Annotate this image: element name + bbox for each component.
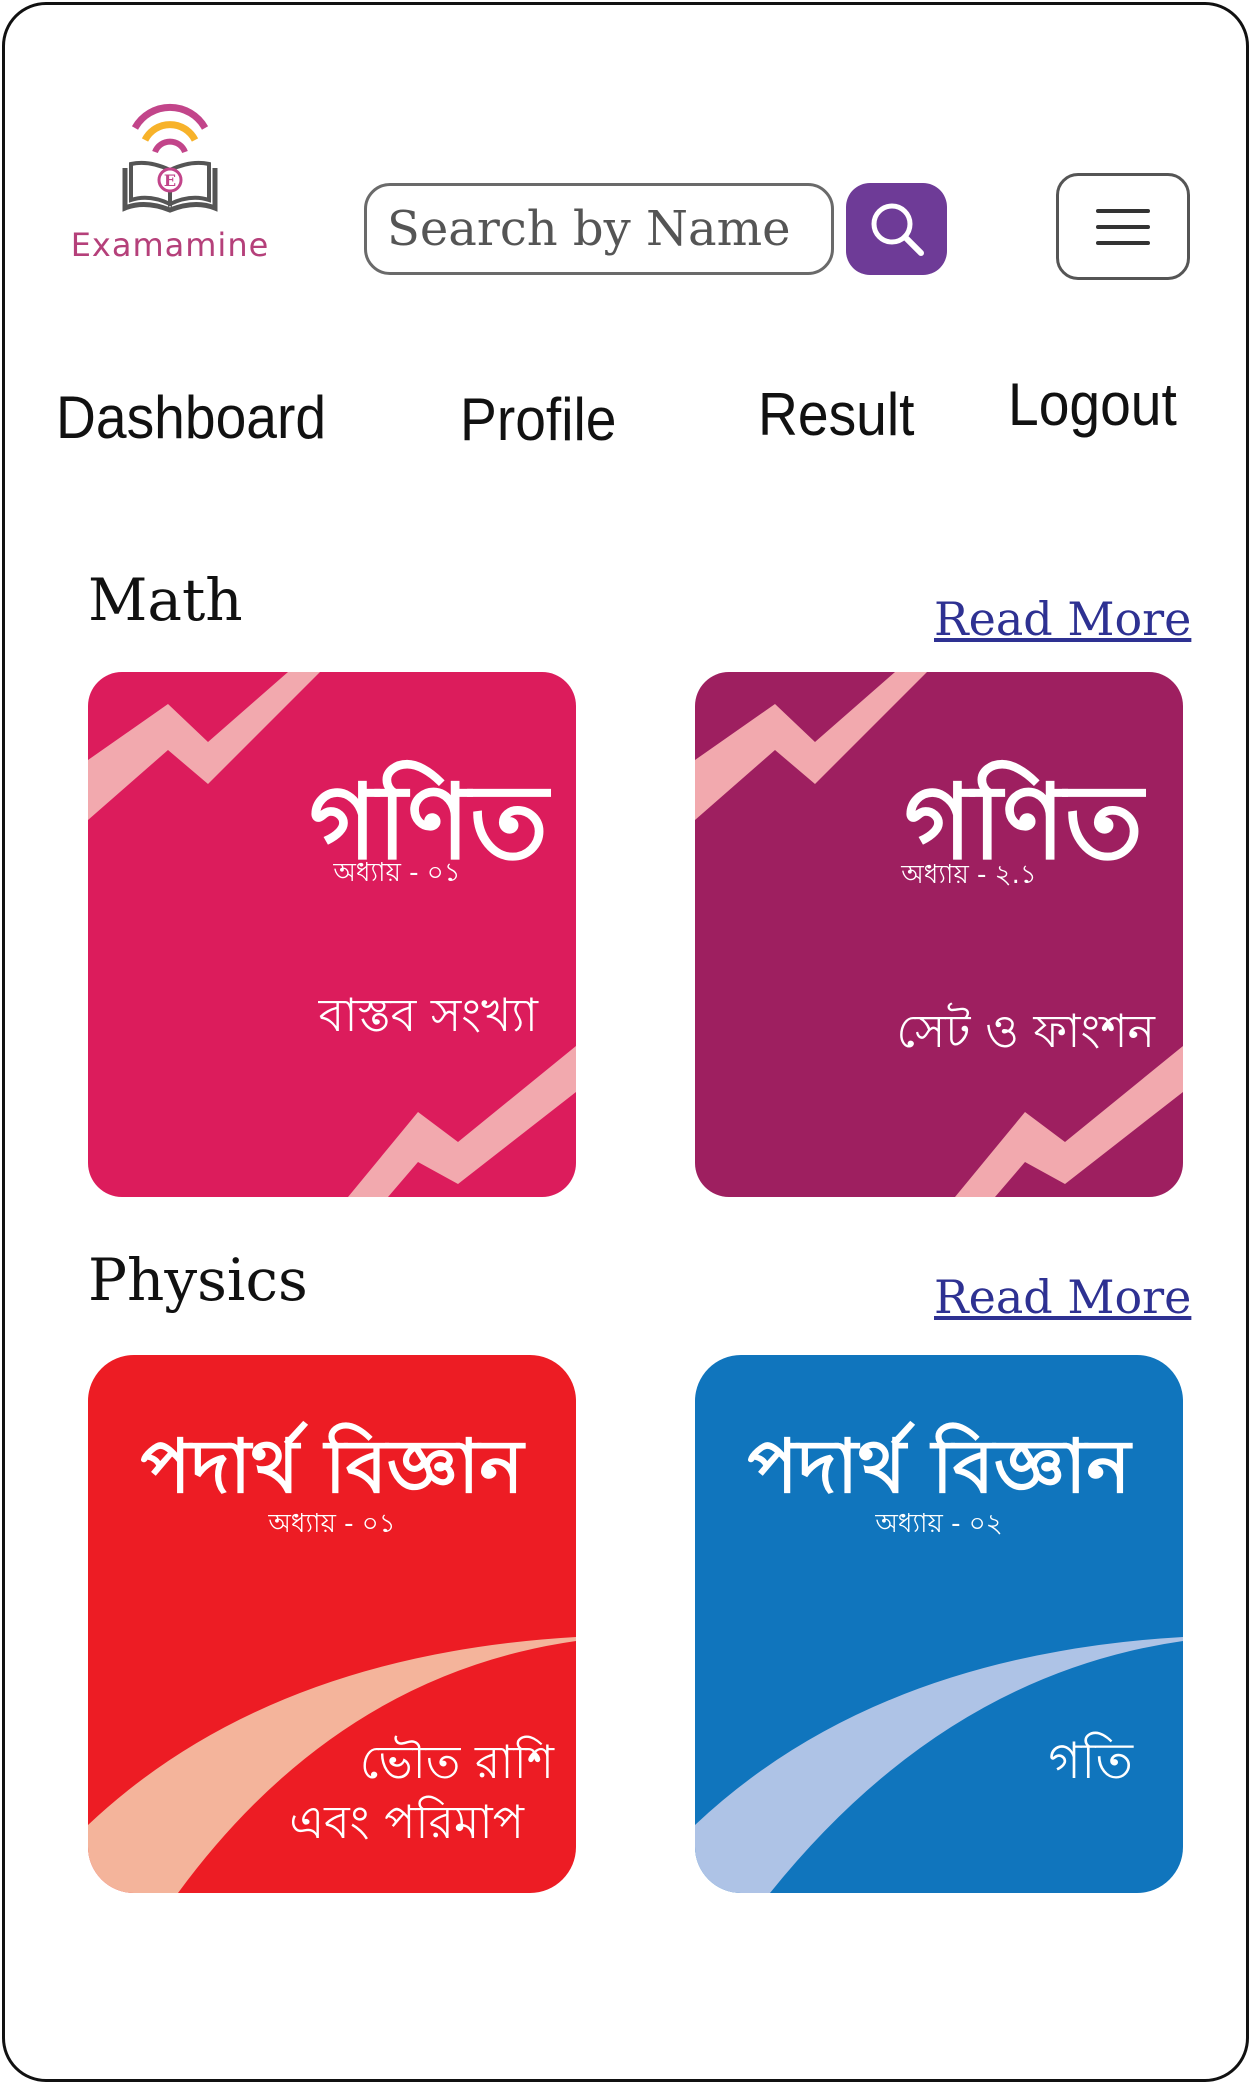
section-title-physics: Physics [88,1246,308,1314]
card-topic: সেট ও ফাংশন [896,1004,1155,1058]
hamburger-menu-button[interactable] [1056,173,1190,280]
card-chapter: অধ্যায় - ০১ [268,1509,396,1539]
math-card-chapter-1[interactable]: গণিত অধ্যায় - ০১ বাস্তব সংখ্যা [88,672,576,1197]
card-topic: গতি [1048,1732,1133,1790]
card-chapter: অধ্যায় - ০১ [333,858,461,888]
search-icon [871,203,924,256]
menu-icon-line [1096,224,1150,229]
nav-result[interactable]: Result [758,380,914,449]
search-input[interactable] [364,183,834,275]
menu-icon-line [1096,208,1150,213]
read-more-math-link[interactable]: Read More [934,592,1191,646]
app-logo[interactable]: E Examamine [55,100,285,270]
card-topic-line-2: এবং পরিমাপ [289,1794,524,1849]
nav-profile[interactable]: Profile [460,385,616,454]
card-topic: বাস্তব সংখ্যা [318,988,538,1042]
search-button[interactable] [846,183,947,275]
app-name: Examamine [70,226,270,264]
physics-card-chapter-1[interactable]: পদার্থ বিজ্ঞান অধ্যায় - ০১ ভৌত রাশি এবং… [88,1355,576,1893]
svg-text:E: E [164,171,176,190]
card-chapter: অধ্যায় - ২.১ [901,860,1037,890]
card-topic-line-1: ভৌত রাশি [359,1735,554,1789]
nav-dashboard[interactable]: Dashboard [56,383,326,452]
card-chapter: অধ্যায় - ০২ [875,1509,1003,1539]
math-card-chapter-2-1[interactable]: গণিত অধ্যায় - ২.১ সেট ও ফাংশন [695,672,1183,1197]
nav-logout[interactable]: Logout [1008,370,1177,439]
section-title-math: Math [88,566,243,634]
menu-icon-line [1096,240,1150,245]
book-wifi-logo-icon: E [122,103,218,213]
card-topic: ভৌত রাশি এবং পরিমাপ [289,1733,554,1853]
physics-card-chapter-2[interactable]: পদার্থ বিজ্ঞান অধ্যায় - ০২ গতি [695,1355,1183,1893]
read-more-physics-link[interactable]: Read More [934,1270,1191,1324]
